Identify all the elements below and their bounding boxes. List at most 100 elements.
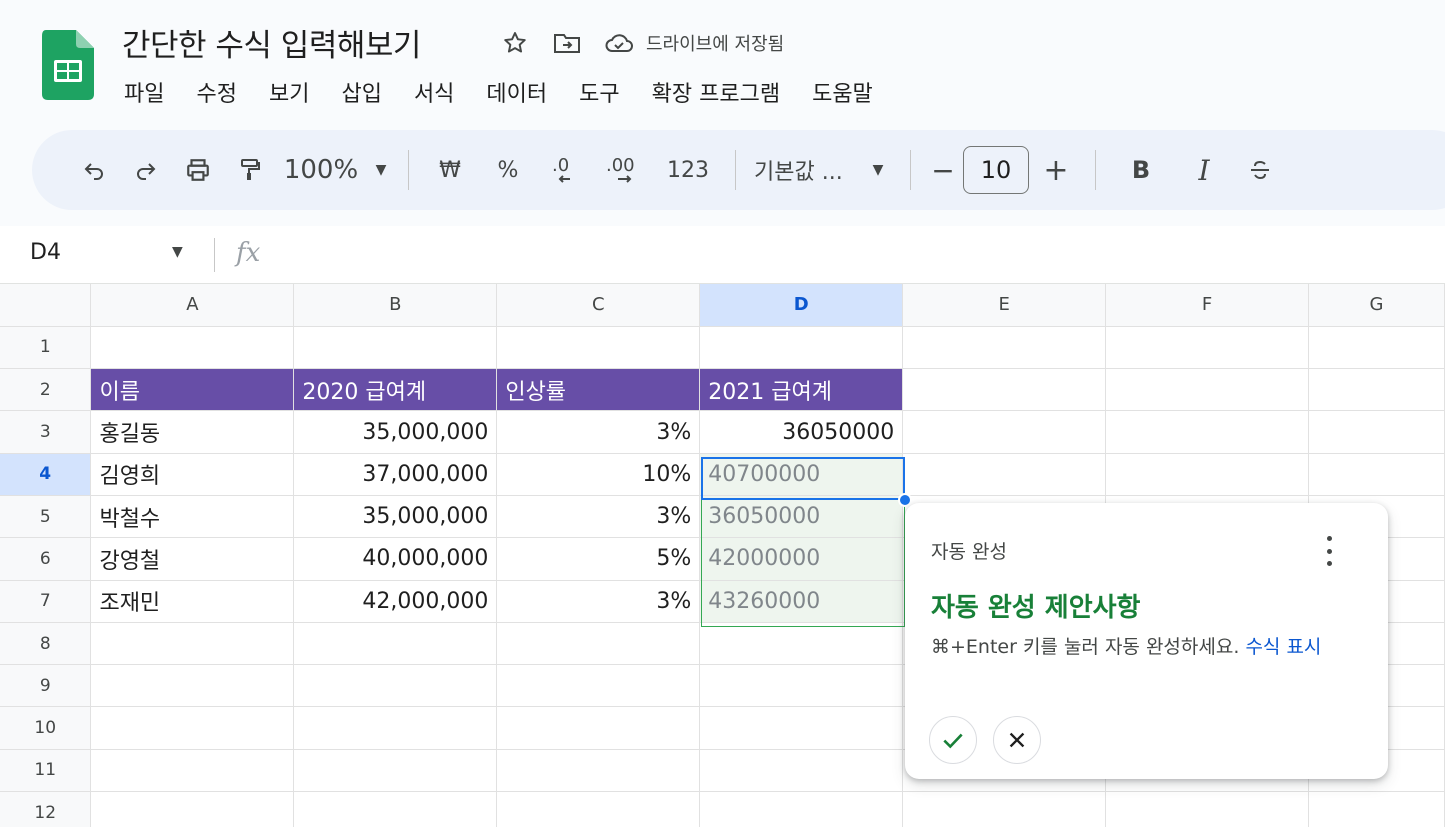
suggested-cell[interactable]: 42000000 xyxy=(699,537,904,581)
currency-format-button[interactable]: ₩ xyxy=(421,148,479,192)
cell[interactable]: 3% xyxy=(496,410,701,454)
cell[interactable] xyxy=(293,749,498,793)
row-header[interactable]: 10 xyxy=(0,706,92,750)
cell[interactable] xyxy=(1308,791,1445,827)
row-header[interactable]: 12 xyxy=(0,791,92,827)
more-formats-button[interactable]: 123 xyxy=(653,148,723,192)
suggested-cell[interactable]: 36050000 xyxy=(699,495,904,539)
italic-button[interactable]: I xyxy=(1174,148,1234,192)
cell[interactable]: 40,000,000 xyxy=(293,537,498,581)
row-header[interactable]: 4 xyxy=(0,453,92,496)
cell[interactable] xyxy=(1308,326,1445,370)
cell[interactable] xyxy=(699,749,904,793)
cell[interactable]: 35,000,000 xyxy=(293,495,498,539)
cloud-saved-icon[interactable] xyxy=(604,28,634,58)
cell[interactable] xyxy=(496,791,701,827)
zoom-select[interactable]: 100% xyxy=(276,148,366,192)
cell[interactable]: 10% xyxy=(496,453,701,496)
menu-insert[interactable]: 삽입 xyxy=(341,76,397,108)
cell[interactable] xyxy=(699,664,904,708)
cell[interactable]: 3% xyxy=(496,495,701,539)
dismiss-suggestion-button[interactable] xyxy=(993,716,1041,764)
cell[interactable] xyxy=(902,410,1107,454)
row-header[interactable]: 1 xyxy=(0,326,92,370)
row-header[interactable]: 3 xyxy=(0,410,92,454)
cell[interactable] xyxy=(90,664,295,708)
cell[interactable] xyxy=(496,622,701,666)
cell[interactable] xyxy=(699,791,904,827)
header-cell-name[interactable]: 이름 xyxy=(90,368,295,412)
cell[interactable]: 강영철 xyxy=(90,537,295,581)
chevron-down-icon[interactable]: ▼ xyxy=(858,148,898,192)
column-header-d[interactable]: D xyxy=(699,284,904,327)
cell[interactable] xyxy=(699,622,904,666)
select-all-corner[interactable] xyxy=(0,284,92,327)
increase-decimal-button[interactable]: .00 xyxy=(595,148,653,192)
column-header-g[interactable]: G xyxy=(1308,284,1445,327)
cell[interactable] xyxy=(1105,410,1309,454)
cell[interactable] xyxy=(496,664,701,708)
cell[interactable]: 35,000,000 xyxy=(293,410,498,454)
paint-format-icon[interactable] xyxy=(224,148,276,192)
active-cell[interactable]: 40700000 xyxy=(699,453,904,496)
cell[interactable] xyxy=(496,749,701,793)
sheets-logo-icon[interactable] xyxy=(42,30,94,100)
header-cell-salary-2021[interactable]: 2021 급여계 xyxy=(699,368,904,412)
cell[interactable] xyxy=(1308,368,1445,412)
star-icon[interactable] xyxy=(500,28,530,58)
column-header-b[interactable]: B xyxy=(293,284,498,327)
row-header[interactable]: 5 xyxy=(0,495,92,539)
cell[interactable] xyxy=(293,706,498,750)
menu-file[interactable]: 파일 xyxy=(124,76,180,108)
cell[interactable] xyxy=(1105,791,1309,827)
cell[interactable] xyxy=(902,453,1107,496)
column-header-e[interactable]: E xyxy=(902,284,1107,327)
cell[interactable]: 김영희 xyxy=(90,453,295,496)
cell[interactable] xyxy=(1308,410,1445,454)
more-options-icon[interactable] xyxy=(1319,533,1339,569)
move-folder-icon[interactable] xyxy=(552,28,582,58)
print-icon[interactable] xyxy=(172,148,224,192)
document-title[interactable]: 간단한 수식 입력해보기 xyxy=(122,20,421,65)
cell[interactable]: 홍길동 xyxy=(90,410,295,454)
row-header[interactable]: 9 xyxy=(0,664,92,708)
header-cell-raise-rate[interactable]: 인상률 xyxy=(496,368,701,412)
font-family-select[interactable]: 기본값 ... xyxy=(748,148,858,192)
decrease-decimal-button[interactable]: .0 xyxy=(537,148,595,192)
cell[interactable]: 조재민 xyxy=(90,580,295,623)
menu-extensions[interactable]: 확장 프로그램 xyxy=(652,76,796,108)
cell[interactable] xyxy=(902,368,1107,412)
column-header-a[interactable]: A xyxy=(90,284,295,327)
increase-font-size-button[interactable]: + xyxy=(1029,148,1083,192)
cell[interactable]: 42,000,000 xyxy=(293,580,498,623)
cell[interactable] xyxy=(90,326,295,370)
menu-edit[interactable]: 수정 xyxy=(196,76,252,108)
font-size-input[interactable]: 10 xyxy=(963,146,1029,194)
menu-help[interactable]: 도움말 xyxy=(812,76,889,108)
cell[interactable] xyxy=(699,706,904,750)
undo-icon[interactable] xyxy=(68,148,120,192)
column-header-f[interactable]: F xyxy=(1105,284,1309,327)
name-box[interactable]: D4 xyxy=(30,240,61,265)
cell[interactable] xyxy=(1105,453,1309,496)
cell[interactable]: 36050000 xyxy=(699,410,904,454)
row-header[interactable]: 7 xyxy=(0,580,92,623)
cell[interactable] xyxy=(1105,326,1309,370)
cell[interactable] xyxy=(496,326,701,370)
cell[interactable]: 5% xyxy=(496,537,701,581)
cell[interactable] xyxy=(293,326,498,370)
row-header[interactable]: 2 xyxy=(0,368,92,412)
strikethrough-icon[interactable] xyxy=(1234,148,1286,192)
cell[interactable] xyxy=(293,622,498,666)
cell[interactable] xyxy=(90,622,295,666)
cell[interactable] xyxy=(496,706,701,750)
cell[interactable] xyxy=(902,326,1107,370)
cell[interactable] xyxy=(902,791,1107,827)
redo-icon[interactable] xyxy=(120,148,172,192)
column-header-c[interactable]: C xyxy=(496,284,701,327)
cell[interactable] xyxy=(1105,368,1309,412)
cell[interactable] xyxy=(1308,453,1445,496)
cell[interactable]: 박철수 xyxy=(90,495,295,539)
suggested-cell[interactable]: 43260000 xyxy=(699,580,904,623)
percent-format-button[interactable]: % xyxy=(479,148,537,192)
